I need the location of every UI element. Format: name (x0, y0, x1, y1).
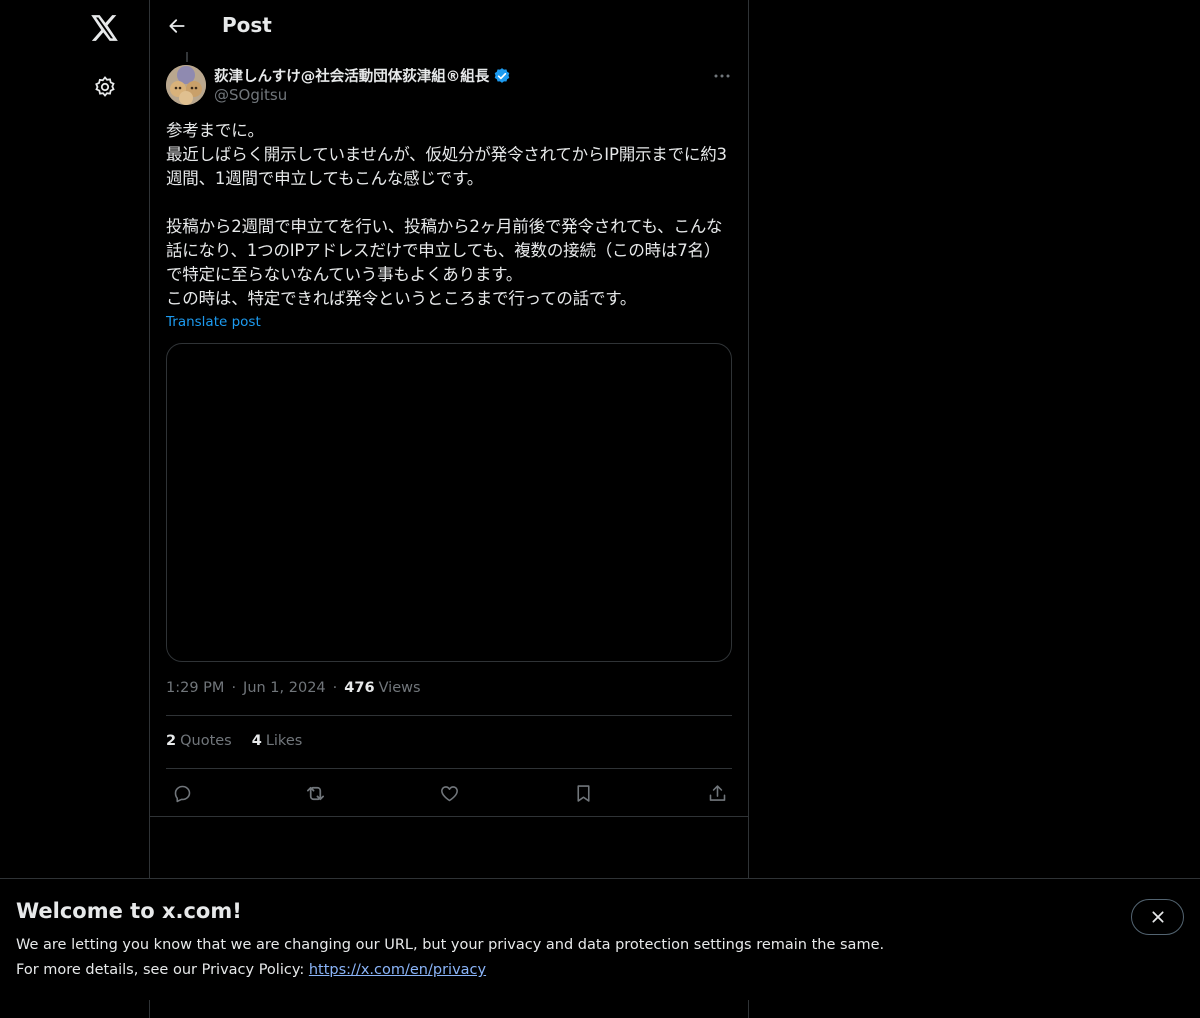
likes-label: Likes (265, 733, 303, 749)
post-date[interactable]: Jun 1, 2024 (243, 680, 326, 696)
quotes-count: 2 (166, 733, 177, 749)
banner-privacy-prefix: For more details, see our Privacy Policy… (16, 962, 309, 978)
likes-stat[interactable]: 4 Likes (252, 733, 303, 749)
meta-separator: · (332, 680, 338, 696)
translate-post-link[interactable]: Translate post (166, 314, 261, 330)
views-count: 476 (344, 680, 375, 696)
privacy-policy-link[interactable]: https://x.com/en/privacy (309, 962, 486, 978)
post-metadata: 1:29 PM · Jun 1, 2024 · 476 Views (166, 680, 421, 696)
author-name-row[interactable]: 荻津しんすけ@社会活動団体荻津組®組長 (214, 65, 511, 86)
divider (166, 768, 732, 769)
post-time[interactable]: 1:29 PM (166, 680, 224, 696)
page-header: Post (150, 0, 748, 53)
more-horizontal-icon[interactable] (710, 64, 734, 88)
close-icon[interactable] (1131, 899, 1184, 935)
banner-title: Welcome to x.com! (16, 899, 242, 923)
primary-column: Post 荻津しんすけ@社会活動団体荻津組®組長 @SOgitsu 参考までに。… (149, 0, 749, 1018)
x-logo-icon[interactable] (89, 12, 121, 44)
likes-count: 4 (251, 733, 262, 749)
thread-connector-line (186, 52, 188, 62)
welcome-banner: Welcome to x.com! We are letting you kno… (0, 878, 1200, 1000)
page-title: Post (222, 13, 272, 37)
quotes-label: Quotes (180, 733, 232, 749)
author-handle[interactable]: @SOgitsu (214, 86, 287, 104)
verified-badge-icon (493, 67, 511, 85)
quotes-stat[interactable]: 2 Quotes (166, 733, 232, 749)
share-icon[interactable] (704, 780, 730, 806)
banner-message: We are letting you know that we are chan… (16, 937, 885, 953)
avatar[interactable] (166, 65, 206, 105)
bookmark-icon[interactable] (570, 780, 596, 806)
repost-icon[interactable] (302, 780, 328, 806)
divider (150, 816, 748, 817)
engagement-stats: 2 Quotes 4 Likes (166, 733, 302, 749)
banner-privacy-note: For more details, see our Privacy Policy… (16, 962, 486, 978)
reply-icon[interactable] (169, 780, 195, 806)
like-icon[interactable] (436, 780, 462, 806)
gear-icon[interactable] (91, 73, 119, 101)
left-nav (0, 0, 149, 1018)
post-actions (166, 780, 732, 806)
post-text: 参考までに。 最近しばらく開示していませんが、仮処分が発令されてからIP開示まで… (166, 121, 727, 308)
author-display-name[interactable]: 荻津しんすけ@社会活動団体荻津組®組長 (214, 65, 489, 86)
post-media[interactable] (166, 343, 732, 662)
arrow-left-icon[interactable] (164, 13, 190, 39)
divider (166, 715, 732, 716)
meta-separator: · (231, 680, 237, 696)
views-label: Views (378, 680, 421, 696)
